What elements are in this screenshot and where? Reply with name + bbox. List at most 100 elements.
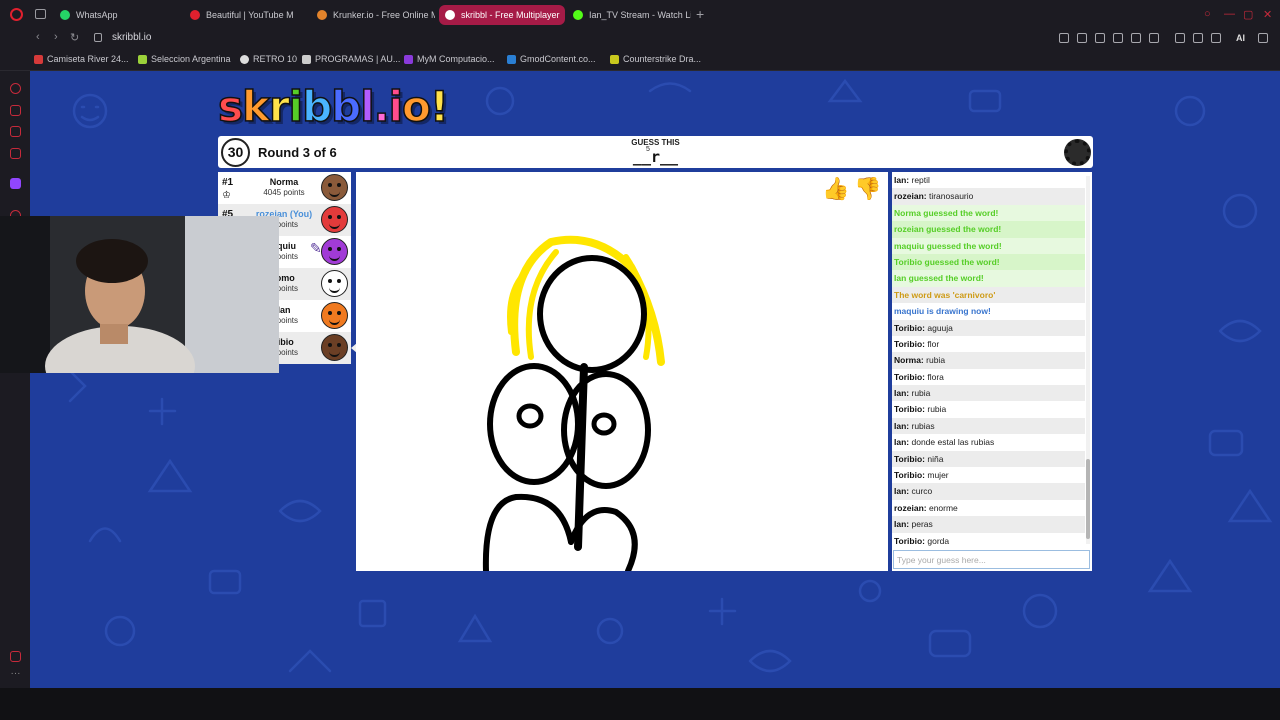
lock-icon[interactable] (94, 33, 102, 42)
chat-text: tiranosaurio (928, 191, 974, 202)
guess-input[interactable] (893, 550, 1090, 569)
menu-icon[interactable] (1258, 33, 1268, 43)
bookmark-icon (404, 54, 413, 64)
avatar (321, 270, 348, 297)
avatar (321, 174, 348, 201)
download-icon[interactable] (1211, 33, 1221, 43)
chat-panel: Ian: reptil rozeian: tiranosaurio Norma gu… (892, 172, 1092, 571)
tab-krunker[interactable]: Krunker.io - Free Online M (311, 5, 435, 25)
avatar (321, 206, 348, 233)
address-bar: ‹ › ↻ skribbl.io AI (0, 29, 1280, 48)
minimize-icon[interactable]: — (1224, 8, 1235, 20)
game-top-bar: 30 Round 3 of 6 GUESS THIS __r__ 5 (218, 136, 1093, 168)
webcam-image (0, 216, 279, 373)
new-tab-button[interactable]: + (696, 6, 704, 22)
tab-overview-icon[interactable] (35, 9, 46, 19)
extensions-icon[interactable] (1175, 33, 1185, 43)
tab-label: WhatsApp (76, 10, 118, 20)
chat-message: Toribio: rubia (892, 401, 1085, 417)
url-field[interactable]: skribbl.io (112, 32, 151, 43)
tab-label: skribbl - Free Multiplayer (461, 10, 560, 20)
chat-message: Ian guessed the word! (892, 270, 1085, 287)
bookmark-item[interactable]: Camiseta River 24... (34, 54, 129, 64)
avatar (321, 302, 348, 329)
tab-label: Krunker.io - Free Online M (333, 10, 435, 20)
thumbs-down-icon[interactable]: 👎 (854, 176, 881, 202)
profile-icon[interactable] (1193, 33, 1203, 43)
chat-text: mujer (927, 470, 949, 481)
gx-icon[interactable] (10, 651, 21, 662)
avatar (321, 334, 348, 361)
tab-youtube[interactable]: Beautiful | YouTube M (184, 5, 308, 25)
chat-text: The word was 'carnivoro' (894, 289, 996, 300)
shopping-icon[interactable] (10, 105, 21, 116)
more-icon[interactable]: ··· (10, 669, 21, 682)
chat-text: Norma guessed the word! (894, 207, 999, 218)
screenshot-icon[interactable] (1077, 33, 1087, 43)
word-hint: __r__ (632, 148, 679, 166)
chat-message: rozeian guessed the word! (892, 221, 1085, 238)
bookmark-item[interactable]: GmodContent.co... (507, 54, 596, 64)
chat-username: Toribio: (894, 371, 925, 382)
kick-icon (573, 10, 583, 20)
chat-username: Ian: (894, 437, 910, 448)
chat-text: maquiu guessed the word! (894, 240, 1002, 251)
chat-text: flora (927, 371, 944, 382)
browser-sidebar: ··· (0, 71, 30, 688)
chat-text: rubia (927, 404, 947, 415)
bookmark-item[interactable]: PROGRAMAS | AU... (302, 54, 400, 64)
vpn-icon[interactable] (1095, 33, 1105, 43)
translate-icon[interactable] (1113, 33, 1123, 43)
reload-icon[interactable]: ↻ (70, 31, 79, 44)
close-icon[interactable]: ✕ (1263, 8, 1272, 21)
drawing-canvas[interactable]: 👍 👎 (356, 172, 888, 574)
bookmark-label: MyM Computacio... (417, 54, 495, 64)
whatsapp-icon (60, 10, 70, 20)
tab-label: Beautiful | YouTube M (206, 10, 294, 20)
snapshot-icon[interactable] (1059, 33, 1069, 43)
chat-message: Ian: rubia (892, 385, 1085, 402)
chat-scrollbar-thumb[interactable] (1086, 459, 1090, 539)
taskbar (0, 688, 1280, 720)
bookmark-item[interactable]: Counterstrike Dra... (610, 54, 701, 64)
gmail-icon[interactable] (10, 148, 21, 159)
player-icon[interactable] (1131, 33, 1141, 43)
tab-ian-tv[interactable]: Ian_TV Stream - Watch Liv (567, 5, 691, 25)
bookmark-item[interactable]: Seleccion Argentina (138, 54, 231, 64)
player-row[interactable]: #1 ♔ Norma 4045 points (218, 172, 351, 204)
chat-text: rubia (926, 355, 946, 366)
bookmark-label: GmodContent.co... (520, 54, 596, 64)
back-icon[interactable]: ‹ (36, 31, 40, 43)
chat-text: Ian guessed the word! (894, 273, 984, 284)
maximize-icon[interactable]: ▢ (1243, 8, 1253, 21)
chat-username: Norma: (894, 355, 924, 366)
forward-icon[interactable]: › (54, 31, 58, 43)
heart-icon[interactable] (1149, 33, 1159, 43)
chat-message: Norma guessed the word! (892, 204, 1085, 222)
chat-message: Toribio guessed the word! (892, 253, 1085, 271)
bookmark-label: Counterstrike Dra... (623, 54, 702, 64)
messenger-icon[interactable] (10, 126, 21, 137)
chat-username: Toribio: (894, 404, 925, 415)
aria-icon[interactable] (10, 83, 21, 94)
bookmark-item[interactable]: MyM Computacio... (404, 54, 495, 64)
player-name: Norma (269, 177, 299, 187)
chat-text: donde estal las rubias (911, 437, 995, 448)
bookmark-icon (240, 54, 249, 64)
webcam-overlay (0, 216, 279, 373)
chat-message: Toribio: mujer (892, 467, 1085, 483)
search-icon[interactable]: ○ (1204, 8, 1211, 20)
opera-logo-icon[interactable] (10, 8, 23, 21)
thumbs-up-icon[interactable]: 👍 (822, 176, 849, 202)
chat-text: reptil (911, 175, 930, 185)
tab-skribbl[interactable]: skribbl - Free Multiplayer (439, 5, 565, 25)
chat-text: peras (911, 519, 933, 530)
chat-message: maquiu guessed the word! (892, 237, 1085, 254)
tab-whatsapp[interactable]: WhatsApp (54, 5, 184, 25)
settings-gear-icon[interactable] (1064, 139, 1091, 166)
chat-username: Toribio: (894, 338, 925, 349)
chat-username: Ian: (894, 175, 910, 185)
ai-button[interactable]: AI (1236, 33, 1245, 43)
twitch-icon[interactable] (10, 178, 21, 189)
bookmark-item[interactable]: RETRO 10 (240, 54, 297, 64)
